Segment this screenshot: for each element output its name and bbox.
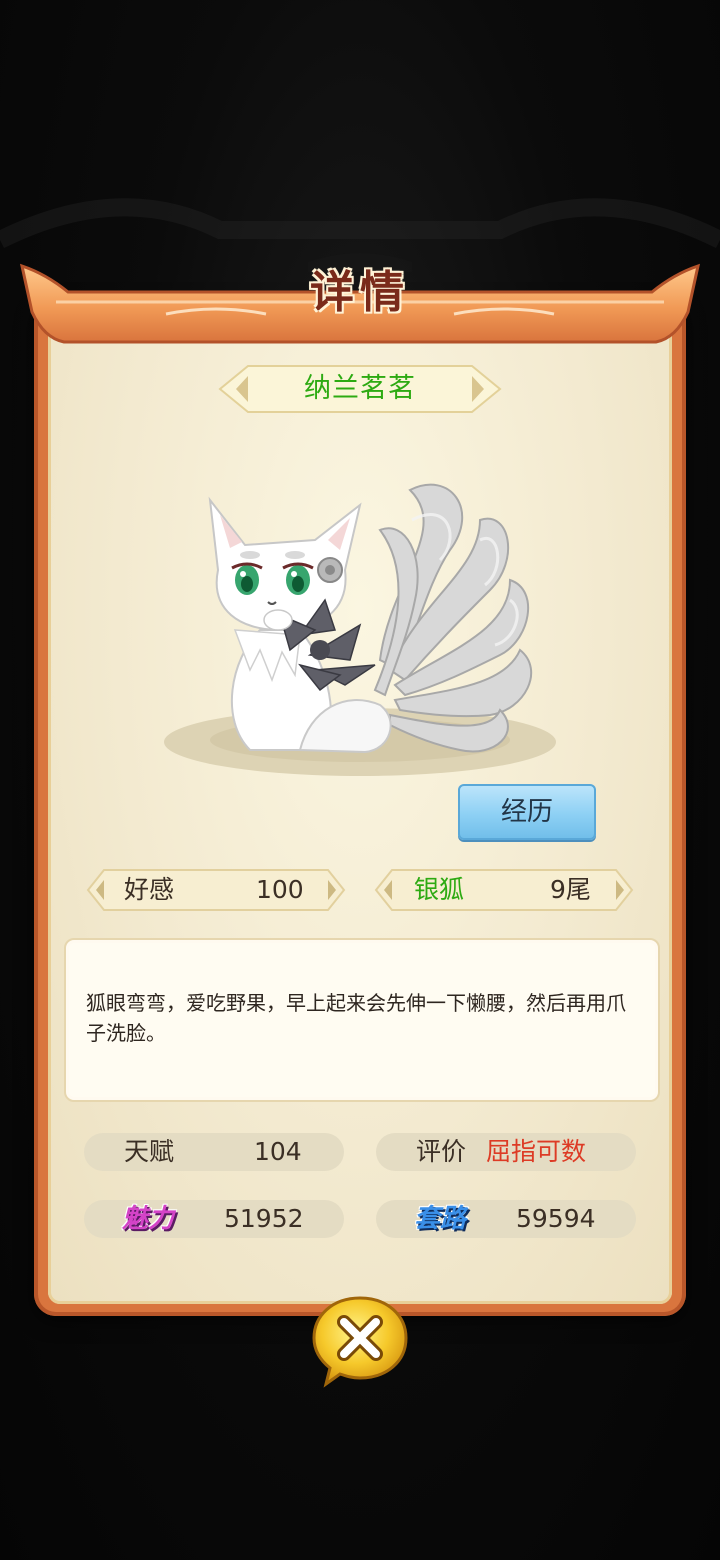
rating-label: 评价: [416, 1137, 467, 1166]
species-value: 9尾: [550, 875, 591, 904]
affection-value: 100: [256, 875, 304, 904]
species-pill: 银狐 9尾: [374, 868, 634, 912]
charm-pill: 魅力 51952: [84, 1200, 344, 1238]
rating-value: 屈指可数: [486, 1137, 587, 1166]
affection-label: 好感: [124, 875, 175, 904]
affection-pill: 好感 100: [86, 868, 346, 912]
talent-pill: 天赋 104: [84, 1133, 344, 1171]
tactics-pill: 套路 59594: [376, 1200, 636, 1238]
dialog-title: 详情: [310, 267, 410, 318]
talent-label: 天赋: [124, 1137, 175, 1166]
description-box: 狐眼弯弯，爱吃野果，早上起来会先伸一下懒腰，然后再用爪子洗脸。: [64, 938, 660, 1102]
species-pill-background: [374, 869, 634, 911]
experience-button[interactable]: 经历: [458, 784, 596, 840]
rating-pill: 评价 屈指可数: [376, 1133, 636, 1171]
pet-name: 纳兰茗茗: [304, 373, 416, 404]
tactics-label: 套路: [414, 1204, 467, 1234]
charm-value: 51952: [224, 1204, 304, 1233]
tactics-value: 59594: [516, 1204, 596, 1233]
pet-description: 狐眼弯弯，爱吃野果，早上起来会先伸一下懒腰，然后再用爪子洗脸。: [86, 991, 626, 1045]
charm-label: 魅力: [122, 1204, 175, 1234]
species-label: 银狐: [414, 875, 465, 904]
pet-illustration: [164, 483, 556, 776]
talent-value: 104: [254, 1137, 302, 1166]
close-button[interactable]: [308, 1292, 412, 1388]
pet-name-plate: 纳兰茗茗: [218, 364, 502, 414]
